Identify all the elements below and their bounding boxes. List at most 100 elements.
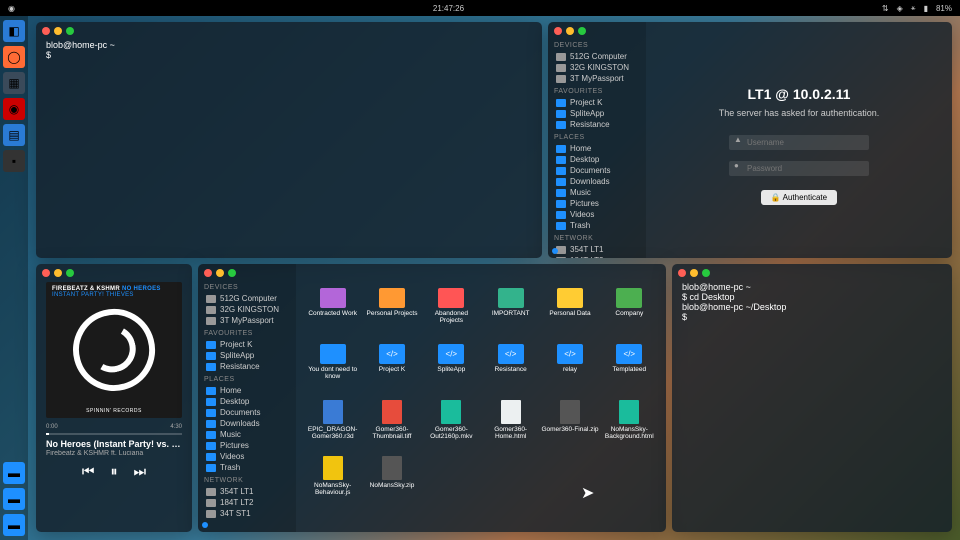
sidebar-item[interactable]: Home (204, 385, 290, 396)
file-browser[interactable]: DEVICES512G Computer32G KINGSTON3T MyPas… (198, 264, 666, 532)
sidebar-item[interactable]: Videos (554, 209, 640, 220)
progress-bar[interactable] (46, 433, 182, 435)
dock-firefox[interactable]: ◯ (3, 46, 25, 68)
file-item[interactable]: NoMansSky-Behaviour.js (304, 456, 361, 510)
sidebar-item[interactable]: 32G KINGSTON (204, 304, 290, 315)
terminal-main[interactable]: blob@home-pc ~ $ (36, 22, 542, 258)
sidebar-item[interactable]: Home (554, 143, 640, 154)
sidebar-item[interactable]: Project K (204, 339, 290, 350)
sidebar-item[interactable]: 3T MyPassport (554, 73, 640, 84)
username-input[interactable] (729, 135, 869, 150)
file-item[interactable]: Project K (363, 344, 420, 398)
maximize-button[interactable] (66, 269, 74, 277)
file-item[interactable]: Templateed (601, 344, 658, 398)
close-button[interactable] (204, 269, 212, 277)
terminal-secondary[interactable]: blob@home-pc ~ $ cd Desktop blob@home-pc… (672, 264, 952, 532)
file-item[interactable]: NoMansSky-Background.html (601, 400, 658, 454)
auth-panel: LT1 @ 10.0.2.11 The server has asked for… (646, 22, 952, 258)
file-item[interactable]: Personal Data (541, 288, 598, 342)
sidebar-item[interactable]: 512G Computer (554, 51, 640, 62)
badge-icon (552, 248, 558, 254)
pause-button[interactable]: ⏸ (111, 463, 118, 480)
file-item[interactable]: Gomer360-Final.zip (541, 400, 598, 454)
authenticate-button[interactable]: 🔒 Authenticate (761, 190, 837, 205)
file-item[interactable]: Abandoned Projects (423, 288, 480, 342)
file-item[interactable]: NoMansSky.zip (363, 456, 420, 510)
sidebar-item[interactable]: Resistance (204, 361, 290, 372)
file-item[interactable]: EPIC_DRAGON-Gomer360.r3d (304, 400, 361, 454)
terminal-prompt: blob@home-pc ~ (46, 40, 532, 50)
close-button[interactable] (42, 269, 50, 277)
sidebar-item[interactable]: Downloads (554, 176, 640, 187)
file-item[interactable]: Gomer360-Thumbnail.tiff (363, 400, 420, 454)
sidebar-item[interactable]: Music (204, 429, 290, 440)
minimize-button[interactable] (54, 27, 62, 35)
password-input[interactable] (729, 161, 869, 176)
battery-icon[interactable]: ▮ (924, 4, 928, 13)
sidebar-item[interactable]: Desktop (204, 396, 290, 407)
dock-app-4[interactable]: ◉ (3, 98, 25, 120)
top-bar: ◉ 21:47:26 ⇅ ◈ ⚹ ▮ 81% (0, 0, 960, 16)
file-item[interactable]: Contracted Work (304, 288, 361, 342)
sidebar-item[interactable]: 32G KINGSTON (554, 62, 640, 73)
fm-sidebar: DEVICES512G Computer32G KINGSTON3T MyPas… (548, 22, 646, 258)
sidebar-item[interactable]: 354T LT1 (204, 486, 290, 497)
minimize-button[interactable] (216, 269, 224, 277)
sidebar-item[interactable]: 354T LT1 (554, 244, 640, 255)
sidebar-item[interactable]: 512G Computer (204, 293, 290, 304)
minimize-button[interactable] (566, 27, 574, 35)
file-item[interactable]: Gomer360-Out2160p.mkv (423, 400, 480, 454)
sidebar-item[interactable]: 34T ST1 (204, 508, 290, 519)
dock-app-3[interactable]: ▦ (3, 72, 25, 94)
dock-files-2[interactable]: ▬ (3, 488, 25, 510)
file-item[interactable]: SpliteApp (423, 344, 480, 398)
sidebar-item[interactable]: Trash (554, 220, 640, 231)
sidebar-item[interactable]: Pictures (554, 198, 640, 209)
sidebar-item[interactable]: 184T LT2 (204, 497, 290, 508)
file-item[interactable]: Gomer360-Home.html (482, 400, 539, 454)
sidebar-item[interactable]: Trash (204, 462, 290, 473)
dock-terminal[interactable]: ▪ (3, 150, 25, 172)
file-item[interactable]: Resistance (482, 344, 539, 398)
launcher-icon[interactable]: ◉ (8, 4, 15, 13)
signal-icon[interactable]: ◈ (897, 4, 903, 13)
sidebar-item[interactable]: 184T LT2 (554, 255, 640, 258)
file-manager-auth[interactable]: DEVICES512G Computer32G KINGSTON3T MyPas… (548, 22, 952, 258)
file-item[interactable]: Company (601, 288, 658, 342)
dock-files-1[interactable]: ▬ (3, 462, 25, 484)
file-item[interactable]: Personal Projects (363, 288, 420, 342)
music-player[interactable]: FIREBEATZ & KSHMR NO HEROES INSTANT PART… (36, 264, 192, 532)
minimize-button[interactable] (690, 269, 698, 277)
sidebar-item[interactable]: Desktop (554, 154, 640, 165)
file-item[interactable]: You dont need to know (304, 344, 361, 398)
minimize-button[interactable] (54, 269, 62, 277)
sidebar-item[interactable]: 3T MyPassport (204, 315, 290, 326)
file-item[interactable]: IMPORTANT (482, 288, 539, 342)
sidebar-item[interactable]: Project K (554, 97, 640, 108)
next-button[interactable]: ⏭ (134, 463, 147, 480)
close-button[interactable] (554, 27, 562, 35)
sidebar-item[interactable]: Documents (554, 165, 640, 176)
dock-app-1[interactable]: ◧ (3, 20, 25, 42)
sidebar-item[interactable]: Pictures (204, 440, 290, 451)
wifi-icon[interactable]: ⇅ (882, 4, 889, 13)
sidebar-item[interactable]: Downloads (204, 418, 290, 429)
prev-button[interactable]: ⏮ (82, 463, 95, 480)
sidebar-item[interactable]: Music (554, 187, 640, 198)
maximize-button[interactable] (578, 27, 586, 35)
sidebar-item[interactable]: SpliteApp (204, 350, 290, 361)
close-button[interactable] (678, 269, 686, 277)
bluetooth-icon[interactable]: ⚹ (911, 3, 916, 13)
maximize-button[interactable] (228, 269, 236, 277)
maximize-button[interactable] (702, 269, 710, 277)
sidebar-item[interactable]: Videos (204, 451, 290, 462)
close-button[interactable] (42, 27, 50, 35)
fm-sidebar: DEVICES512G Computer32G KINGSTON3T MyPas… (198, 264, 296, 532)
sidebar-item[interactable]: SpliteApp (554, 108, 640, 119)
maximize-button[interactable] (66, 27, 74, 35)
dock-files-3[interactable]: ▬ (3, 514, 25, 536)
file-item[interactable]: relay (541, 344, 598, 398)
sidebar-item[interactable]: Resistance (554, 119, 640, 130)
sidebar-item[interactable]: Documents (204, 407, 290, 418)
dock-app-5[interactable]: ▤ (3, 124, 25, 146)
